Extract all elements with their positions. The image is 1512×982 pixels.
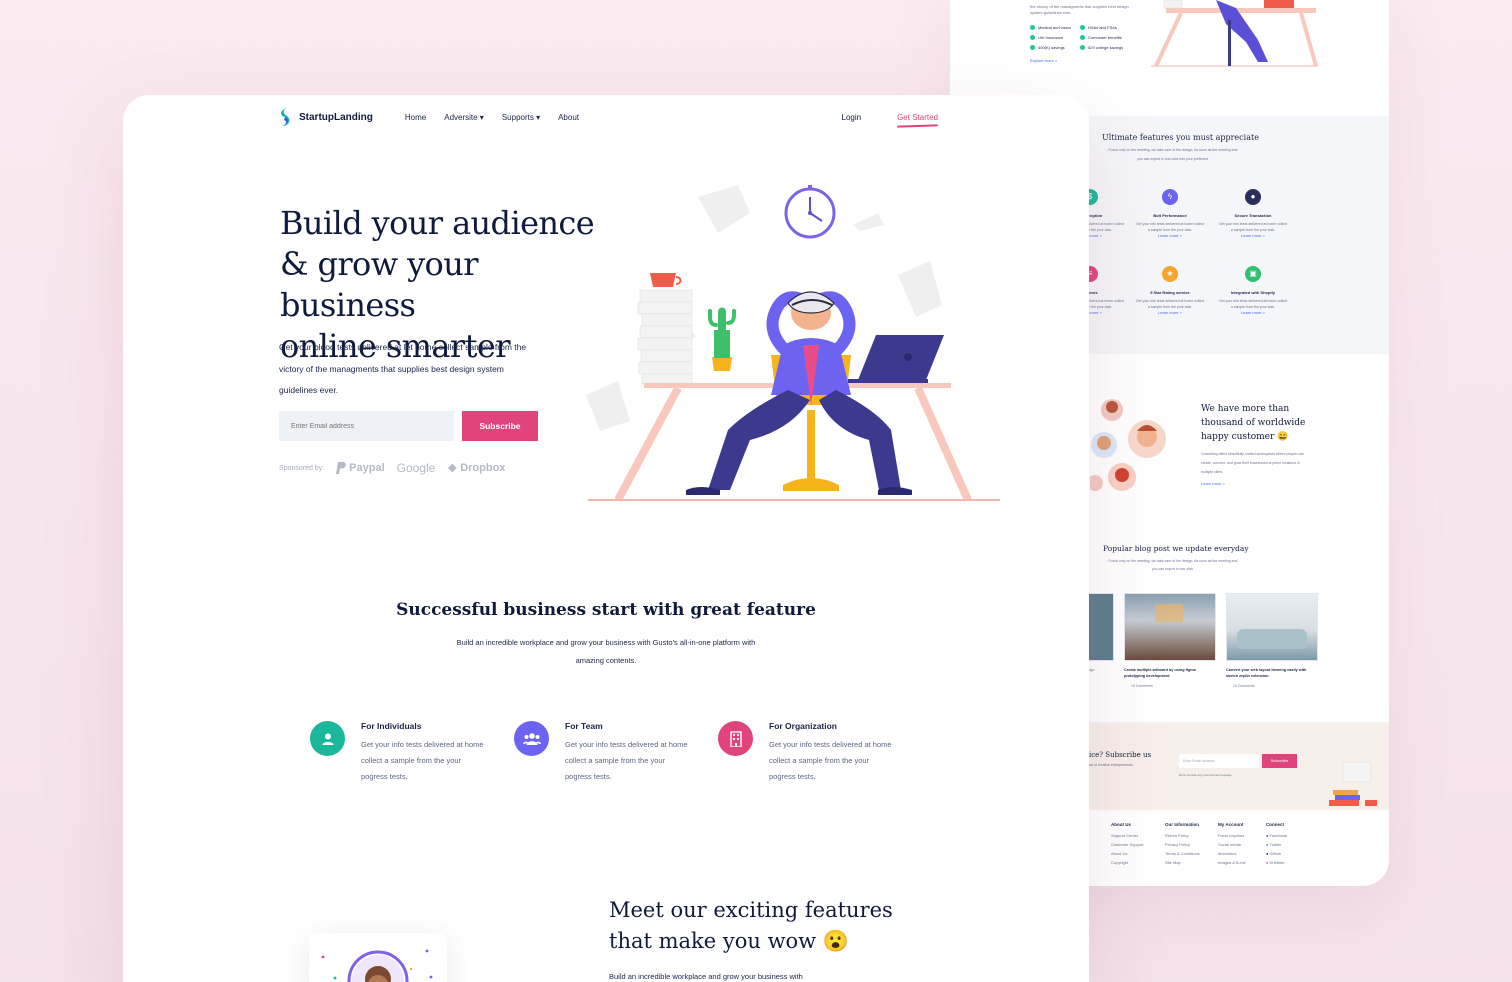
newsletter-title: ice? Subscribe us [1089, 751, 1152, 759]
paypal-icon [336, 462, 346, 474]
nav-about[interactable]: About [558, 113, 579, 122]
footer-column: My Account Press inquiries Social media di… [1218, 822, 1246, 865]
benefits-intro: the victory of the managments that suppl… [1030, 4, 1129, 15]
feature-description: Get your info tests delivered at home co… [769, 740, 892, 781]
benefit-item: Commuter benefits [1080, 32, 1140, 42]
sponsors-row: Sponsored by: Paypal Google ❖ Dropbox [279, 461, 505, 475]
sponsor-dropbox: ❖ Dropbox [447, 462, 506, 475]
shopify-icon: ▣ [1245, 266, 1261, 282]
navbar: StartupLanding Home Adversite ▾ Supports… [278, 107, 938, 127]
check-icon [1080, 44, 1085, 50]
bolt-icon: ϟ [1162, 189, 1178, 205]
feature-title: For Individuals [361, 721, 422, 731]
customer-avatars [1090, 399, 1166, 491]
login-link[interactable]: Login [842, 113, 862, 122]
check-icon [1080, 34, 1085, 40]
blog-post-comments: 10 Comments [1233, 684, 1255, 688]
blog-title: Popular blog post we update everyday [1103, 544, 1249, 553]
sponsored-label: Sponsored by: [279, 464, 325, 472]
feature-description: Get your info tests delivered at home co… [565, 740, 688, 781]
avatar [321, 949, 433, 982]
footer-column: Connect ● Facebook ● Twitter ● Github ● … [1266, 822, 1288, 865]
blog-post-comments: 15 Comments [1131, 684, 1153, 688]
sponsor-paypal: Paypal [336, 462, 385, 474]
check-icon [1030, 24, 1035, 30]
nav-adversite[interactable]: Adversite ▾ [444, 113, 484, 122]
feature-card: ● Secure Transaction Get your info tests… [1218, 189, 1288, 238]
newsletter-email-input[interactable]: Enter Email address [1179, 754, 1259, 768]
logo-icon [281, 108, 290, 126]
nav-links: Home Adversite ▾ Supports ▾ About [405, 113, 579, 122]
blog-desc: Focus only on the meeting, we take care … [1108, 559, 1238, 571]
blog-image[interactable] [1124, 593, 1216, 661]
benefit-item: Medical and vision [1030, 22, 1080, 32]
facebook-icon: ● [1266, 833, 1269, 838]
lock-icon: ● [1245, 189, 1261, 205]
nav-supports[interactable]: Supports ▾ [502, 113, 540, 122]
dropbox-icon: ❖ [447, 462, 458, 475]
landing-page: StartupLanding Home Adversite ▾ Supports… [123, 95, 1089, 982]
customers-title: We have more than thousand of worldwide … [1201, 404, 1306, 442]
feature-title: For Organization [769, 721, 837, 731]
feature-card: ϟ Bolt Performance Get your info tests d… [1135, 189, 1205, 238]
hero-description: Get your blood tests delivered at let ho… [279, 342, 527, 395]
section-title: Successful business start with great fea… [396, 600, 816, 620]
meet-features-title: Meet our exciting features that make you… [609, 898, 893, 953]
blog-image[interactable] [1226, 593, 1318, 661]
blog-post-title[interactable]: Convert your web layout theming easily w… [1226, 667, 1318, 679]
explore-more-link[interactable]: Explore more > [1030, 58, 1150, 63]
feature-title: For Team [565, 721, 603, 731]
check-icon [1030, 44, 1035, 50]
newsletter-subscribe-button[interactable]: Subscribe [1262, 754, 1297, 768]
feature-description: Get your info tests delivered at home co… [361, 740, 484, 781]
benefits-list: the victory of the managments that suppl… [1030, 4, 1150, 63]
feature-card: ▣ Integrated with Shopify Get your info … [1218, 266, 1288, 315]
newsletter-subtitle: ral of creative entrepreneurs. [1089, 763, 1134, 767]
features-title: Ultimate features you must appreciate [1102, 133, 1259, 142]
customers-desc: Coworking offers beautifully crafted wor… [1201, 452, 1304, 474]
meet-features-description: Build an incredible workplace and grow y… [609, 972, 803, 981]
nav-home[interactable]: Home [405, 113, 426, 122]
features-desc: Focus only on the meeting, we take care … [1108, 148, 1238, 161]
brand-name: StartupLanding [299, 111, 373, 123]
benefit-item: Life Insurance [1030, 32, 1080, 42]
brand-logo[interactable]: StartupLanding [278, 108, 373, 126]
check-icon [1030, 34, 1035, 40]
benefit-item: HSAs and FSAs [1080, 22, 1140, 32]
user-icon [310, 721, 345, 756]
newsletter-note: Don't provide any promotional message [1179, 773, 1232, 777]
blog-post-title[interactable]: Create multiple artboard by using figma … [1124, 667, 1210, 679]
profile-card [309, 933, 447, 982]
get-started-link[interactable]: Get Started [897, 113, 938, 122]
section-description: Build an incredible workplace and grow y… [456, 638, 756, 665]
desk-illustration-small [1151, 0, 1318, 67]
books-illustration [1329, 761, 1377, 806]
dribbble-icon: ● [1266, 860, 1269, 865]
subscribe-button[interactable]: Subscribe [462, 411, 538, 441]
footer-column: Our Information Return Policy Privacy Pol… [1165, 822, 1200, 865]
github-icon: ● [1266, 851, 1269, 856]
building-icon [718, 721, 753, 756]
feature-card: ★ 5 Star Rating service Get your info te… [1135, 266, 1205, 315]
email-input[interactable] [279, 411, 454, 441]
check-icon [1080, 24, 1085, 30]
sponsor-google: Google [396, 461, 436, 475]
nav-actions: Login Get Started [842, 113, 939, 122]
customers-learn-more[interactable]: Learn more > [1201, 481, 1225, 486]
hero-illustration [586, 185, 1000, 502]
star-icon: ★ [1162, 266, 1178, 282]
footer-column: About Us Support Center Customer Support A… [1111, 822, 1144, 865]
benefit-item: 400(K) savings [1030, 42, 1080, 52]
team-icon [514, 721, 549, 756]
benefit-item: 529 college savings [1080, 42, 1140, 52]
